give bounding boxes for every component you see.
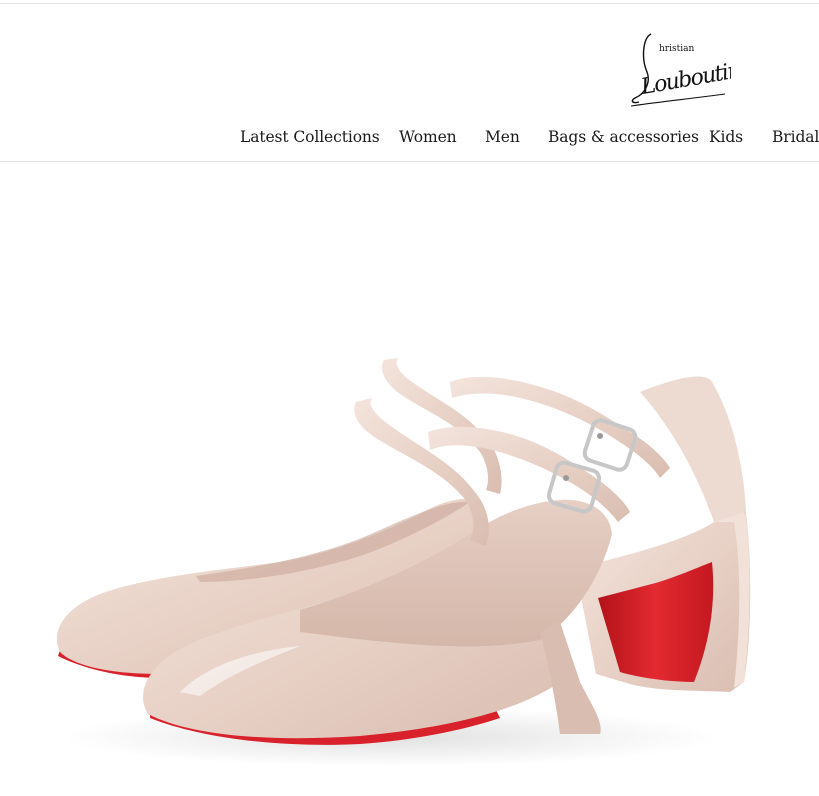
nav-women[interactable]: Women: [399, 128, 457, 146]
main-navigation: Latest Collections Women Men Bags & acce…: [0, 128, 819, 150]
nav-bags-accessories[interactable]: Bags & accessories: [548, 128, 699, 146]
nav-kids[interactable]: Kids: [709, 128, 743, 146]
nav-bridal[interactable]: Bridal: [772, 128, 819, 146]
site-header: hristian Louboutin Latest Collections Wo…: [0, 4, 819, 161]
nav-latest-collections[interactable]: Latest Collections: [240, 128, 380, 146]
logo-script-text: Louboutin: [638, 58, 731, 100]
nav-men[interactable]: Men: [485, 128, 520, 146]
brand-logo[interactable]: hristian Louboutin: [627, 28, 731, 108]
louboutin-signature-logo: hristian Louboutin: [630, 33, 731, 107]
logo-top-text: hristian: [659, 44, 694, 54]
product-image-area: [0, 162, 819, 796]
product-image[interactable]: [0, 162, 819, 796]
